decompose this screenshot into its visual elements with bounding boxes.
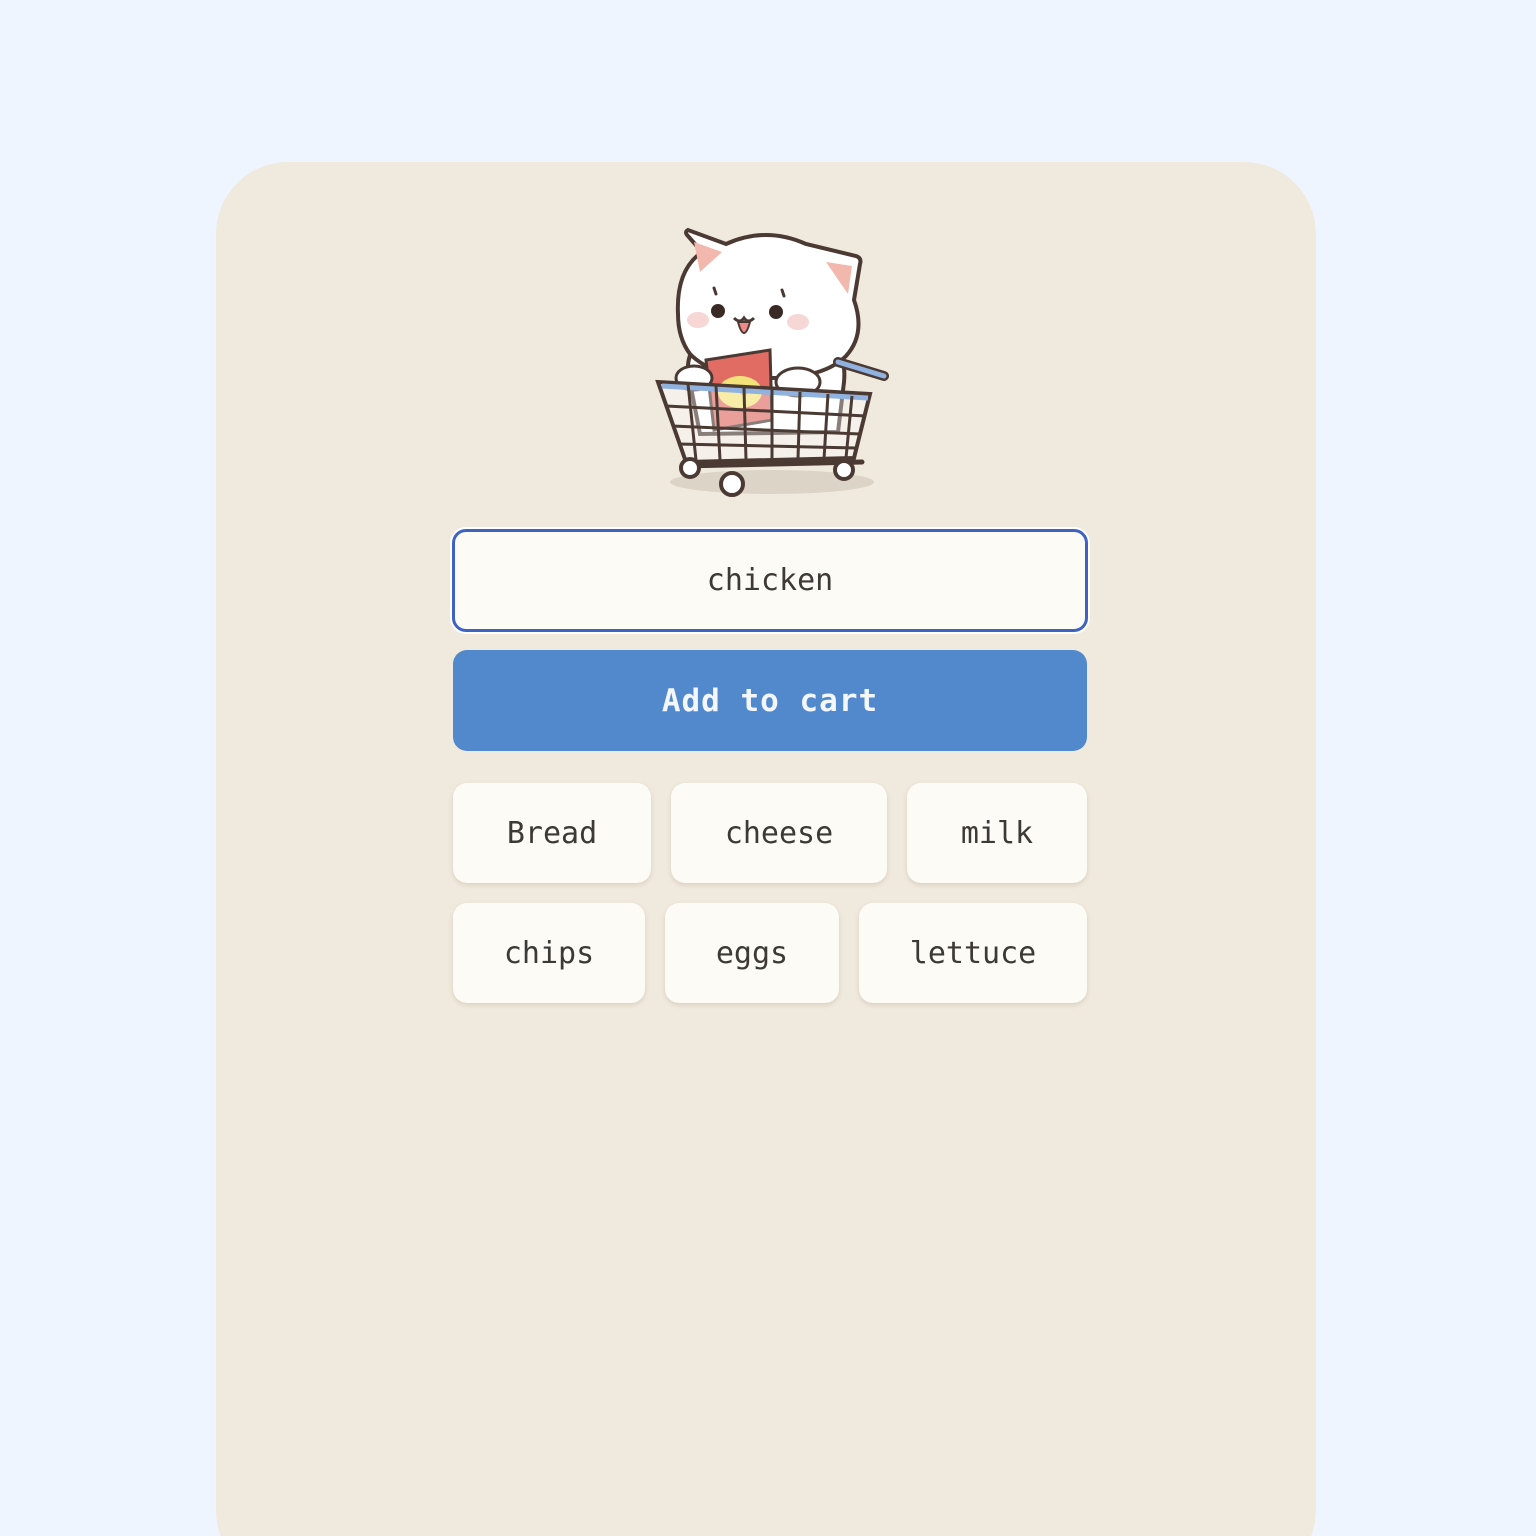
suggestion-chip-bread[interactable]: Bread <box>453 783 651 883</box>
suggestion-chip-chips[interactable]: chips <box>453 903 645 1003</box>
suggestion-chip-eggs[interactable]: eggs <box>665 903 839 1003</box>
add-to-cart-button[interactable]: Add to cart <box>453 650 1087 751</box>
suggestion-chip-milk[interactable]: milk <box>907 783 1087 883</box>
suggestion-chip-cheese[interactable]: cheese <box>671 783 887 883</box>
cat-in-shopping-cart-icon <box>655 227 889 497</box>
item-input[interactable] <box>452 529 1088 632</box>
app-frame: Add to cart Bread cheese milk chips eggs… <box>0 0 1536 1536</box>
suggestion-chip-lettuce[interactable]: lettuce <box>859 903 1087 1003</box>
